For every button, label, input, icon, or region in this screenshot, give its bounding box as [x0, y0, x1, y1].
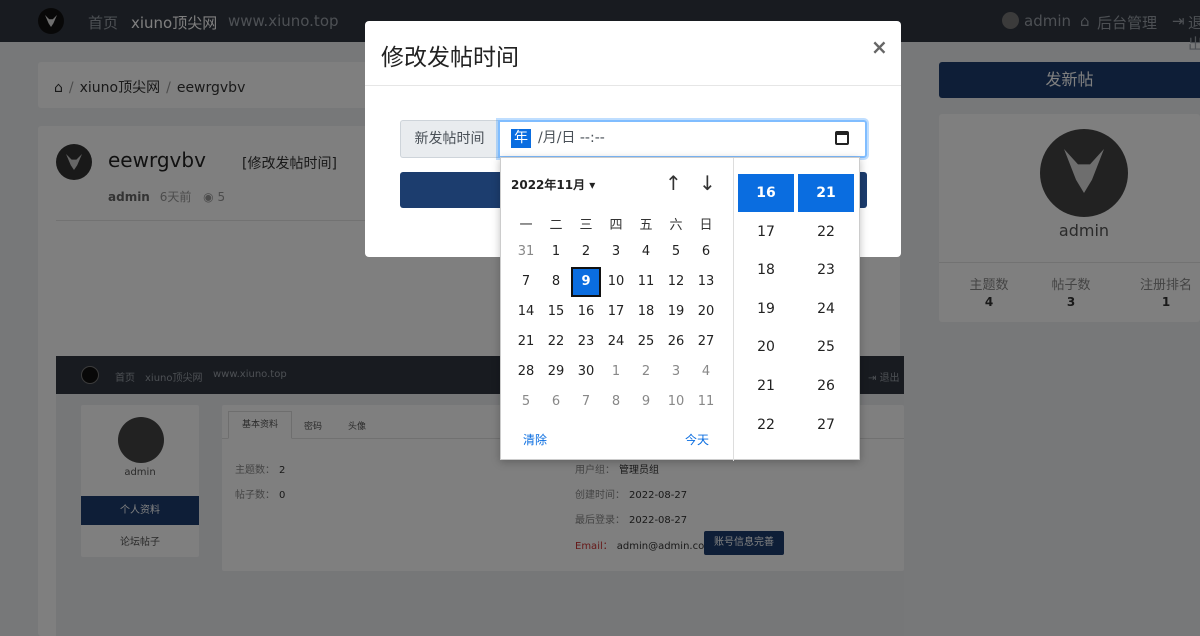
minute-option[interactable]: 25 — [798, 328, 854, 366]
close-icon[interactable]: × — [871, 35, 888, 59]
divider — [365, 85, 901, 86]
calendar-day[interactable]: 26 — [661, 327, 691, 357]
date-rest-segments[interactable]: /月/日 --:-- — [538, 129, 605, 148]
calendar-day[interactable]: 28 — [511, 357, 541, 387]
datetime-input[interactable]: 年 /月/日 --:-- — [498, 120, 867, 158]
calendar-day[interactable]: 23 — [571, 327, 601, 357]
hour-option[interactable]: 21 — [738, 367, 794, 405]
calendar-day[interactable]: 1 — [601, 357, 631, 387]
weekday-label: 三 — [579, 218, 593, 233]
modal-title: 修改发帖时间 — [381, 45, 519, 71]
calendar-day[interactable]: 6 — [691, 237, 721, 267]
calendar-day[interactable]: 2 — [571, 237, 601, 267]
minute-option[interactable]: 26 — [798, 367, 854, 405]
calendar-day[interactable]: 24 — [601, 327, 631, 357]
calendar-day[interactable]: 27 — [691, 327, 721, 357]
minute-option[interactable]: 22 — [798, 213, 854, 251]
weekday-label: 四 — [609, 218, 623, 233]
calendar-day[interactable]: 10 — [601, 267, 631, 297]
calendar-day[interactable]: 7 — [571, 387, 601, 417]
new-time-label: 新发帖时间 — [400, 120, 498, 158]
calendar-day[interactable]: 6 — [541, 387, 571, 417]
calendar-day[interactable]: 17 — [601, 297, 631, 327]
hour-option[interactable]: 16 — [738, 174, 794, 212]
weekday-label: 二 — [549, 218, 563, 233]
calendar-day[interactable]: 9 — [631, 387, 661, 417]
calendar-day[interactable]: 19 — [661, 297, 691, 327]
minute-option[interactable]: 27 — [798, 406, 854, 444]
weekday-label: 五 — [639, 218, 653, 233]
hour-option[interactable]: 17 — [738, 213, 794, 251]
calendar-day[interactable]: 11 — [631, 267, 661, 297]
calendar-day[interactable]: 1 — [541, 237, 571, 267]
calendar-day[interactable]: 22 — [541, 327, 571, 357]
calendar-day[interactable]: 29 — [541, 357, 571, 387]
calendar-day[interactable]: 31 — [511, 237, 541, 267]
calendar-day[interactable]: 5 — [661, 237, 691, 267]
calendar-day[interactable]: 3 — [601, 237, 631, 267]
calendar-day[interactable]: 20 — [691, 297, 721, 327]
weekday-label: 日 — [699, 218, 713, 233]
hour-option[interactable]: 18 — [738, 251, 794, 289]
calendar-day[interactable]: 9 — [571, 267, 601, 297]
clear-button[interactable]: 清除 — [523, 431, 547, 448]
calendar-day[interactable]: 8 — [601, 387, 631, 417]
calendar-day[interactable]: 16 — [571, 297, 601, 327]
calendar-day[interactable]: 25 — [631, 327, 661, 357]
minute-option[interactable]: 23 — [798, 251, 854, 289]
calendar-day[interactable]: 4 — [631, 237, 661, 267]
calendar-day[interactable]: 5 — [511, 387, 541, 417]
calendar-day[interactable]: 18 — [631, 297, 661, 327]
calendar-day[interactable]: 21 — [511, 327, 541, 357]
date-picker: 2022年11月 ▾ ↑ ↓ 一二三四五六日 31 1 2 3 4 5 6 7 8 9 10 11 12… — [500, 157, 860, 461]
hour-option[interactable]: 20 — [738, 328, 794, 366]
weekday-label: 六 — [669, 218, 683, 233]
calendar-day[interactable]: 3 — [661, 357, 691, 387]
calendar-icon[interactable] — [835, 131, 849, 145]
prev-month-arrow-icon[interactable]: ↑ — [665, 171, 682, 195]
divider — [733, 158, 734, 461]
next-month-arrow-icon[interactable]: ↓ — [699, 171, 716, 195]
calendar-day[interactable]: 7 — [511, 267, 541, 297]
today-button[interactable]: 今天 — [685, 431, 709, 448]
calendar-day[interactable]: 8 — [541, 267, 571, 297]
month-selector[interactable]: 2022年11月 ▾ — [511, 176, 595, 193]
calendar-day[interactable]: 11 — [691, 387, 721, 417]
hour-option[interactable]: 22 — [738, 406, 794, 444]
calendar-day[interactable]: 2 — [631, 357, 661, 387]
calendar-day[interactable]: 12 — [661, 267, 691, 297]
year-segment[interactable]: 年 — [511, 129, 531, 148]
calendar-day[interactable]: 30 — [571, 357, 601, 387]
calendar-day[interactable]: 4 — [691, 357, 721, 387]
hour-option[interactable]: 19 — [738, 290, 794, 328]
calendar-day[interactable]: 15 — [541, 297, 571, 327]
minute-option[interactable]: 21 — [798, 174, 854, 212]
calendar-day[interactable]: 13 — [691, 267, 721, 297]
calendar-day[interactable]: 10 — [661, 387, 691, 417]
calendar-day[interactable]: 14 — [511, 297, 541, 327]
weekday-label: 一 — [519, 218, 533, 233]
minute-option[interactable]: 24 — [798, 290, 854, 328]
